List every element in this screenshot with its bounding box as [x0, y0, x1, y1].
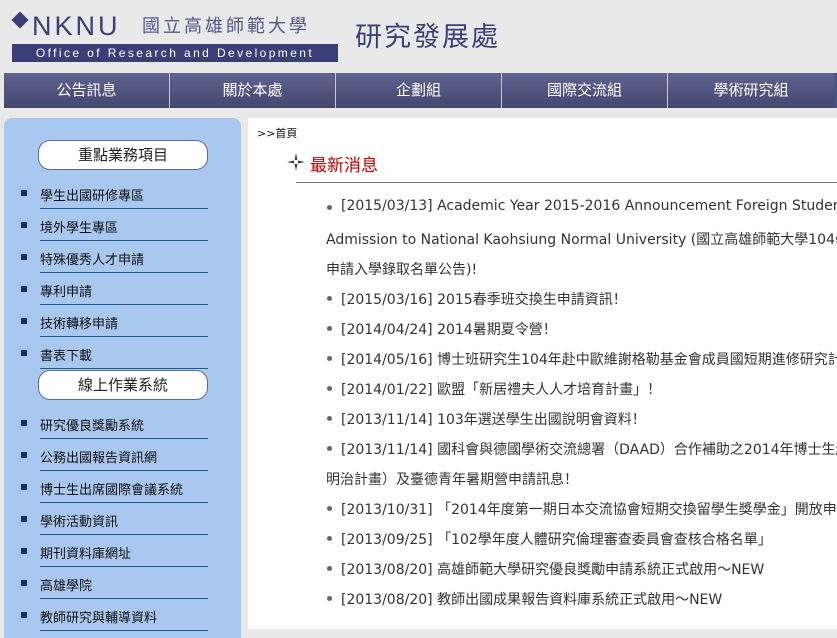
- news-bullet-icon: [327, 386, 332, 391]
- diamond-icon: [11, 11, 29, 29]
- sidebar-item[interactable]: 研究優良獎勵系統: [18, 408, 208, 440]
- news-item-link[interactable]: [2013/08/20] 教師出國成果報告資料庫系統正式啟用～NEW: [341, 589, 722, 609]
- news-item-link[interactable]: [2013/10/31] 「2014年度第一期日本交流協會短期交換留學生獎學金」…: [341, 499, 837, 519]
- sidebar-item[interactable]: 專利申請: [18, 274, 208, 306]
- sidebar-item-label: 博士生出席國際會議系統: [40, 483, 184, 498]
- news-item-link[interactable]: [2014/04/24] 2014暑期夏令營！: [341, 319, 557, 339]
- news-bullet-icon: [327, 416, 332, 421]
- news-item-link[interactable]: Admission to National Kaohsiung Normal U…: [326, 229, 837, 249]
- sidebar-item[interactable]: 學生出國研修專區: [18, 178, 208, 210]
- sidebar-item-label: 教師研究與輔導資料: [40, 611, 158, 626]
- square-bullet-icon: [21, 516, 27, 522]
- sidebar-item[interactable]: 期刊資料庫網址: [18, 536, 208, 568]
- sidebar-item-underline: [40, 304, 208, 305]
- news-bullet-icon: [327, 356, 332, 361]
- sidebar-item[interactable]: 書表下載: [18, 338, 208, 370]
- logo-nknu-text: NKNU: [32, 11, 121, 41]
- nav-about[interactable]: 關於本處: [170, 73, 336, 108]
- square-bullet-icon: [21, 350, 27, 356]
- nav-international[interactable]: 國際交流組: [502, 73, 668, 108]
- news-bullet-icon: [327, 596, 332, 601]
- sidebar-item[interactable]: 境外學生專區: [18, 210, 208, 242]
- sidebar-item[interactable]: 技術轉移申請: [18, 306, 208, 338]
- sidebar-item-label: 學生出國研修專區: [40, 189, 145, 204]
- sidebar-item-underline: [40, 534, 208, 535]
- sidebar-item-label: 書表下載: [40, 349, 93, 364]
- news-bullet-icon: [327, 326, 332, 331]
- sidebar-item-underline: [40, 272, 208, 273]
- nav-announcements[interactable]: 公告訊息: [4, 73, 170, 108]
- news-item-link[interactable]: 申請入學錄取名單公告)!: [326, 259, 477, 279]
- news-divider: [296, 182, 837, 183]
- news-bullet-icon: [327, 566, 332, 571]
- sidebar-item-underline: [40, 470, 208, 471]
- sidebar-item-label: 學術活動資訊: [40, 515, 119, 530]
- sidebar-item-underline: [40, 630, 208, 631]
- main-content: >>首頁 最新消息 [2015/03/13] Academic Year 201…: [248, 118, 837, 629]
- square-bullet-icon: [21, 548, 27, 554]
- sidebar: 重點業務項目 學生出國研修專區 境外學生專區特殊優秀人才申請 專利申請技術轉移申請書…: [4, 118, 241, 638]
- news-item-link[interactable]: [2013/08/20] 高雄師範大學研究優良獎勵申請系統正式啟用～NEW: [341, 559, 764, 579]
- site-header: NKNU 國立高雄師範大學 Office of Research and Dev…: [0, 0, 837, 73]
- sidebar-item[interactable]: 高雄學院: [18, 568, 208, 600]
- sidebar-item-label: 期刊資料庫網址: [40, 547, 132, 562]
- sidebar-item-underline: [40, 368, 208, 369]
- nav-planning[interactable]: 企劃組: [336, 73, 502, 108]
- news-bullet-icon: [327, 205, 332, 210]
- square-bullet-icon: [21, 286, 27, 292]
- news-bullet-icon: [327, 536, 332, 541]
- square-bullet-icon: [21, 254, 27, 260]
- news-bullet-icon: [327, 506, 332, 511]
- square-bullet-icon: [21, 484, 27, 490]
- square-bullet-icon: [21, 580, 27, 586]
- news-item-link[interactable]: [2014/01/22] 歐盟「新居禮夫人人才培育計畫」！: [341, 379, 661, 399]
- sidebar-item-underline: [40, 240, 208, 241]
- sidebar-heading-key-services: 重點業務項目: [38, 140, 208, 170]
- news-bullet-icon: [327, 296, 332, 301]
- sidebar-item-label: 技術轉移申請: [40, 317, 119, 332]
- news-item-link[interactable]: [2013/09/25] 「102學年度人體研究倫理審查委員會查核合格名單」: [341, 529, 772, 549]
- nknu-logo[interactable]: NKNU 國立高雄師範大學 Office of Research and Dev…: [8, 10, 340, 66]
- square-bullet-icon: [21, 222, 27, 228]
- sidebar-item-underline: [40, 336, 208, 337]
- sidebar-item[interactable]: 教師研究與輔導資料: [18, 600, 208, 632]
- square-bullet-icon: [21, 612, 27, 618]
- logo-university-name: 國立高雄師範大學: [142, 16, 310, 37]
- square-bullet-icon: [21, 452, 27, 458]
- news-item-link[interactable]: [2015/03/13] Academic Year 2015-2016 Ann…: [341, 198, 837, 214]
- sidebar-item-underline: [40, 598, 208, 599]
- news-item-link[interactable]: [2013/11/14] 國科會與德國學術交流總署（DAAD）合作補助之2014…: [341, 439, 837, 459]
- square-bullet-icon: [21, 318, 27, 324]
- news-title: 最新消息: [310, 156, 378, 176]
- sidebar-item-label: 高雄學院: [40, 579, 93, 594]
- sidebar-item-underline: [40, 566, 208, 567]
- news-item-link[interactable]: [2015/03/16] 2015春季班交換生申請資訊！: [341, 289, 627, 309]
- sidebar-item-label: 境外學生專區: [40, 221, 119, 236]
- sidebar-item-underline: [40, 502, 208, 503]
- sidebar-item-underline: [40, 208, 208, 209]
- news-item-link[interactable]: [2013/11/14] 103年選送學生出國說明會資料！: [341, 409, 646, 429]
- sidebar-item[interactable]: 特殊優秀人才申請: [18, 242, 208, 274]
- sidebar-item-label: 特殊優秀人才申請: [40, 253, 145, 268]
- sparkle-icon: [287, 153, 305, 171]
- nav-academic-research[interactable]: 學術研究組: [668, 73, 834, 108]
- breadcrumb[interactable]: >>首頁: [257, 125, 297, 141]
- sidebar-item-label: 公務出國報告資訊網: [40, 451, 158, 466]
- main-nav: 公告訊息 關於本處 企劃組 國際交流組 學術研究組: [4, 73, 837, 108]
- news-bullet-icon: [327, 446, 332, 451]
- square-bullet-icon: [21, 190, 27, 196]
- office-title: 研究發展處: [355, 22, 500, 53]
- news-item-link[interactable]: 明治計畫）及臺德青年暑期營申請訊息！: [326, 469, 578, 489]
- sidebar-heading-online-systems: 線上作業系統: [38, 370, 208, 400]
- sidebar-item[interactable]: 學術活動資訊: [18, 504, 208, 536]
- sidebar-item[interactable]: 公務出國報告資訊網: [18, 440, 208, 472]
- square-bullet-icon: [21, 420, 27, 426]
- sidebar-item-label: 研究優良獎勵系統: [40, 419, 145, 434]
- sidebar-item[interactable]: 博士生出席國際會議系統: [18, 472, 208, 504]
- logo-office-name: Office of Research and Development: [12, 44, 338, 62]
- sidebar-item-underline: [40, 438, 208, 439]
- news-item-link[interactable]: [2014/05/16] 博士班研究生104年赴中歐維謝格勒基金會成員國短期進修…: [341, 349, 837, 369]
- sidebar-item-label: 專利申請: [40, 285, 93, 300]
